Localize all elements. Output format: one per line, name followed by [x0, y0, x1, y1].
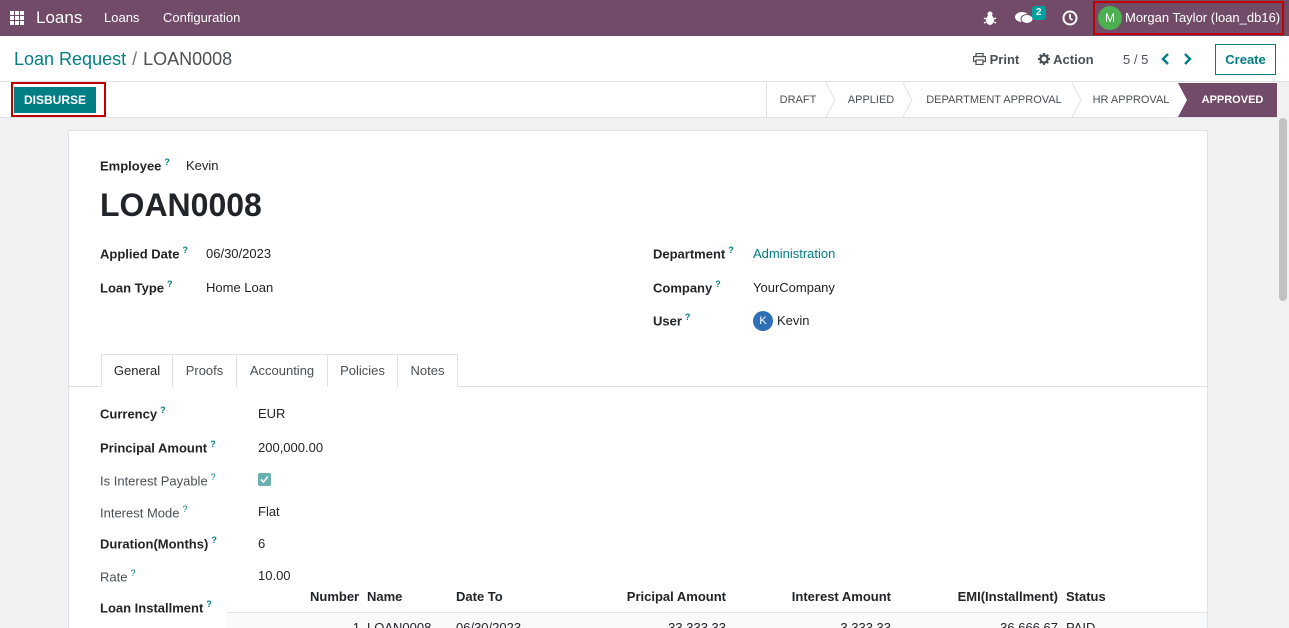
- help-icon[interactable]: ?: [685, 312, 691, 322]
- help-icon[interactable]: ?: [210, 439, 216, 449]
- employee-label: Employee?: [100, 157, 170, 174]
- chevron-left-icon[interactable]: [1160, 52, 1172, 66]
- help-icon[interactable]: ?: [211, 535, 217, 545]
- currency-value[interactable]: EUR: [258, 406, 285, 421]
- stage-department-approval[interactable]: DEPARTMENT APPROVAL: [913, 83, 1075, 117]
- user-menu-name[interactable]: Morgan Taylor (loan_db16): [1125, 10, 1280, 25]
- print-button[interactable]: Print: [973, 52, 1019, 67]
- interest-payable-checkbox[interactable]: [258, 473, 271, 486]
- column-header-emi[interactable]: EMI(Installment): [928, 589, 1058, 604]
- menu-configuration[interactable]: Configuration: [163, 10, 240, 25]
- cell-principal-amount: 33,333.33: [668, 620, 726, 628]
- help-icon[interactable]: ?: [182, 245, 188, 255]
- help-icon[interactable]: ?: [206, 599, 212, 609]
- department-value[interactable]: Administration: [753, 246, 835, 261]
- bug-icon[interactable]: [983, 10, 997, 26]
- applied-date-value[interactable]: 06/30/2023: [206, 246, 271, 261]
- employee-value[interactable]: Kevin: [186, 158, 219, 173]
- cell-name: LOAN0008: [367, 620, 432, 628]
- department-label: Department?: [653, 245, 734, 262]
- user-label: User?: [653, 312, 691, 329]
- create-button[interactable]: Create: [1215, 44, 1276, 75]
- help-icon[interactable]: ?: [183, 504, 188, 514]
- cell-interest-amount: 3,333.33: [840, 620, 891, 628]
- breadcrumb-current: LOAN0008: [143, 49, 233, 69]
- rate-label: Rate?: [100, 568, 136, 585]
- menu-loans[interactable]: Loans: [104, 10, 139, 25]
- company-label: Company?: [653, 279, 721, 296]
- help-icon[interactable]: ?: [160, 405, 166, 415]
- avatar: M: [1098, 6, 1122, 30]
- gear-icon: [1038, 53, 1050, 65]
- stage-arrow-separator: [1072, 83, 1082, 117]
- interest-payable-label: Is Interest Payable?: [100, 472, 216, 489]
- company-value[interactable]: YourCompany: [753, 280, 835, 295]
- column-header-interest-amount[interactable]: Interest Amount: [761, 589, 891, 604]
- stage-hr-approval[interactable]: HR APPROVAL: [1082, 83, 1180, 117]
- interest-mode-label: Interest Mode?: [100, 504, 188, 521]
- cell-number: 1: [352, 620, 360, 628]
- printer-icon: [973, 52, 987, 66]
- loan-type-value[interactable]: Home Loan: [206, 280, 273, 295]
- tab-general[interactable]: General: [101, 354, 173, 387]
- stage-approved[interactable]: APPROVED: [1188, 83, 1277, 117]
- stage-draft[interactable]: DRAFT: [767, 83, 829, 117]
- print-label: Print: [989, 52, 1020, 67]
- cell-status: PAID: [1066, 620, 1096, 628]
- breadcrumb-loan-request[interactable]: Loan Request: [14, 49, 126, 69]
- currency-label: Currency?: [100, 405, 166, 422]
- help-icon[interactable]: ?: [164, 157, 170, 167]
- help-icon[interactable]: ?: [130, 568, 135, 578]
- principal-amount-value[interactable]: 200,000.00: [258, 440, 323, 455]
- help-icon[interactable]: ?: [715, 279, 721, 289]
- stage-arrow-separator: [826, 83, 836, 117]
- applied-date-label: Applied Date?: [100, 245, 188, 262]
- stage-applied[interactable]: APPLIED: [836, 83, 906, 117]
- column-header-number[interactable]: Number: [310, 589, 359, 604]
- duration-label: Duration(Months)?: [100, 535, 217, 552]
- tab-notes[interactable]: Notes: [397, 354, 458, 387]
- stage-arrow-separator: [903, 83, 913, 117]
- duration-value[interactable]: 6: [258, 536, 265, 551]
- cell-emi: 36,666.67: [1000, 620, 1058, 628]
- tab-proofs[interactable]: Proofs: [172, 354, 237, 387]
- app-name[interactable]: Loans: [36, 8, 82, 28]
- principal-amount-label: Principal Amount?: [100, 439, 216, 456]
- check-icon: [260, 475, 269, 484]
- column-header-status[interactable]: Status: [1066, 589, 1106, 604]
- action-label: Action: [1053, 52, 1094, 67]
- cell-date-to: 06/30/2023: [456, 620, 522, 628]
- column-header-date-to[interactable]: Date To: [456, 589, 503, 604]
- action-button[interactable]: Action: [1038, 52, 1094, 67]
- column-header-principal-amount[interactable]: Pricipal Amount: [596, 589, 726, 604]
- user-value[interactable]: Kevin: [777, 313, 810, 328]
- help-icon[interactable]: ?: [211, 472, 216, 482]
- interest-mode-value[interactable]: Flat: [258, 504, 280, 519]
- chat-count-badge: 2: [1032, 6, 1046, 20]
- avatar: K: [753, 311, 773, 331]
- tab-accounting[interactable]: Accounting: [236, 354, 328, 387]
- chat-icon[interactable]: [1015, 11, 1033, 25]
- chevron-right-icon[interactable]: [1181, 52, 1193, 66]
- pager-value[interactable]: 5 / 5: [1123, 52, 1148, 67]
- loan-type-label: Loan Type?: [100, 279, 173, 296]
- column-header-name[interactable]: Name: [367, 589, 402, 604]
- stage-arrow-active-left: [1178, 83, 1188, 117]
- breadcrumb-separator: /: [132, 49, 138, 69]
- help-icon[interactable]: ?: [167, 279, 173, 289]
- rate-value[interactable]: 10.00: [258, 568, 291, 583]
- scrollbar-thumb[interactable]: [1279, 118, 1287, 301]
- disburse-button[interactable]: DISBURSE: [14, 87, 96, 113]
- activity-clock-icon[interactable]: [1062, 10, 1078, 26]
- apps-grid-icon[interactable]: [10, 11, 24, 25]
- breadcrumb: Loan Request / LOAN0008: [14, 49, 232, 70]
- help-icon[interactable]: ?: [728, 245, 734, 255]
- tab-policies[interactable]: Policies: [327, 354, 398, 387]
- loan-installment-label: Loan Installment?: [100, 599, 212, 616]
- page-title: LOAN0008: [100, 187, 262, 223]
